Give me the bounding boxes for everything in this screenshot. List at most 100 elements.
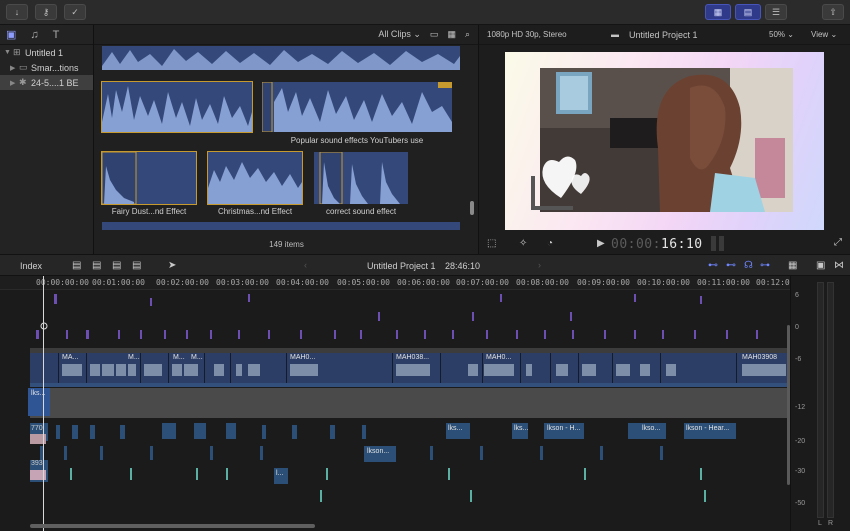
share-icon: ⇧ xyxy=(829,6,837,17)
layout-toggle-browser[interactable]: ▦ xyxy=(705,4,731,20)
library-item-label: Untitled 1 xyxy=(25,47,64,58)
history-forward-icon[interactable]: › xyxy=(538,260,541,270)
project-title: Untitled Project 1 xyxy=(367,261,436,271)
clip-title: MAH0... xyxy=(486,354,512,361)
select-tool-icon[interactable]: ➤ xyxy=(168,260,176,271)
library-item-smart-collections[interactable]: ▶ ▭ Smar...tions xyxy=(0,60,93,75)
ruler-label: 00:10:00:00 xyxy=(637,278,690,287)
browser-header: All Clips ⌄ ▭ ▦ ⌕ xyxy=(94,25,478,45)
titles-generators-icon[interactable]: T xyxy=(53,29,60,41)
clip-label: Popular sound effects YouTubers use xyxy=(290,136,424,145)
share-button[interactable]: ⇧ xyxy=(822,4,844,20)
clip-browser: All Clips ⌄ ▭ ▦ ⌕ Popular sound effects … xyxy=(94,25,479,254)
audio-skimming-icon[interactable]: ⊷ xyxy=(726,260,736,271)
library-item-untitled[interactable]: ▼ ⊞ Untitled 1 xyxy=(0,45,93,60)
timeline-tracks[interactable]: MA... M... M... M... MAH0... MAH038... M… xyxy=(0,290,790,531)
inspector-button[interactable]: ☰ xyxy=(765,4,787,20)
heart-logo-graphic xyxy=(531,156,590,210)
background-tasks-button[interactable]: ✓ xyxy=(64,4,86,20)
photos-audio-icon[interactable]: ♫ xyxy=(30,29,38,41)
append-clip-icon[interactable]: ▤ xyxy=(112,260,121,271)
clip-appearance-icon[interactable]: ▭ xyxy=(430,29,439,40)
audio-clip-label: lks... xyxy=(448,425,463,432)
ruler-label: 00:01:00:00 xyxy=(92,278,145,287)
disclosure-down-icon[interactable]: ▼ xyxy=(4,49,13,56)
snapping-icon[interactable]: ⊶ xyxy=(760,260,770,271)
library-item-label: 24-5....1 BE xyxy=(31,77,79,88)
waveform-graphic xyxy=(319,152,400,204)
event-star-icon: ✱ xyxy=(19,77,27,87)
key-icon: ⚷ xyxy=(42,6,50,17)
viewer-header: 1080p HD 30p, Stereo ▬ Untitled Project … xyxy=(479,25,850,45)
meter-scale-label: 6 xyxy=(795,292,799,299)
audio-level-bar xyxy=(719,236,724,251)
libraries-icon[interactable]: ▣ xyxy=(6,28,16,41)
audio-clip-thumbnail[interactable] xyxy=(101,151,197,205)
meter-scale-label: -6 xyxy=(795,356,802,363)
timeline-horizontal-scrollbar[interactable] xyxy=(30,524,315,528)
index-button[interactable]: Index xyxy=(20,261,42,271)
ruler-label: 00:07:00:00 xyxy=(456,278,509,287)
audio-clip-thumbnail[interactable] xyxy=(102,46,460,70)
clip-title: M... xyxy=(173,354,185,361)
history-back-icon[interactable]: ‹ xyxy=(304,260,307,270)
transform-icon[interactable]: ⬚ xyxy=(487,238,496,249)
viewer-panel: 1080p HD 30p, Stereo ▬ Untitled Project … xyxy=(479,25,850,254)
library-grid-icon: ⊞ xyxy=(13,47,21,57)
overwrite-clip-icon[interactable]: ▤ xyxy=(132,260,141,271)
audio-clip-thumbnail[interactable] xyxy=(314,152,408,204)
timecode-display[interactable]: 00:00:16:10 xyxy=(611,237,703,252)
clip-filter-label: All Clips xyxy=(378,29,411,39)
browser-scrollbar[interactable] xyxy=(470,201,474,215)
import-button[interactable]: ↓ xyxy=(6,4,28,20)
video-frame[interactable] xyxy=(505,52,824,230)
timeline-ruler[interactable]: 00:00:00:00 00:01:00:00 00:02:00:00 00:0… xyxy=(0,276,790,290)
effects-browser-icon[interactable]: ▣ xyxy=(816,260,825,271)
enhance-wand-icon[interactable]: ✧ xyxy=(519,238,527,249)
audio-clip-label: lkso... xyxy=(642,425,661,432)
insert-clip-icon[interactable]: ▤ xyxy=(92,260,101,271)
speed-gauge-icon[interactable]: ◔ xyxy=(547,238,553,249)
ruler-label: 00:08:00:00 xyxy=(516,278,569,287)
meter-channel-label: R xyxy=(828,520,834,527)
audio-clip-thumbnail[interactable] xyxy=(207,151,303,205)
meter-scale-label: -20 xyxy=(795,438,806,445)
fullscreen-icon[interactable]: ⤢ xyxy=(834,237,842,248)
disclosure-right-icon[interactable]: ▶ xyxy=(10,64,19,72)
filmstrip-icon[interactable]: ▦ xyxy=(447,29,456,40)
checkmark-circle-icon: ✓ xyxy=(71,6,79,17)
headphones-icon[interactable]: ☊ xyxy=(744,260,753,271)
library-sidebar: ▣ ♫ T ▼ ⊞ Untitled 1 ▶ ▭ Smar...tions ▶ … xyxy=(0,25,94,254)
disclosure-right-icon[interactable]: ▶ xyxy=(10,79,19,87)
clip-filter-dropdown[interactable]: All Clips ⌄ xyxy=(378,29,421,40)
skimming-icon[interactable]: ⊷ xyxy=(708,260,718,271)
meter-channel-label: L xyxy=(818,520,822,527)
library-item-event[interactable]: ▶ ✱ 24-5....1 BE xyxy=(0,75,93,90)
connect-clip-icon[interactable]: ▤ xyxy=(72,260,81,271)
audio-level-bar xyxy=(711,236,716,251)
playhead[interactable] xyxy=(43,276,44,531)
audio-meter: 6 0 -6 -12 -20 -30 -50 L R xyxy=(790,276,850,531)
keywords-button[interactable]: ⚷ xyxy=(35,4,57,20)
lane-marker: 770 xyxy=(31,425,43,432)
audio-clip-thumbnail[interactable] xyxy=(262,82,452,132)
play-icon[interactable]: ▶ xyxy=(597,238,605,249)
clip-title: MA... xyxy=(62,354,79,361)
search-icon[interactable]: ⌕ xyxy=(465,29,470,40)
clip-appearance-icon[interactable]: ▦ xyxy=(788,260,797,271)
layout-toggle-timeline[interactable]: ▤ xyxy=(735,4,761,20)
transitions-browser-icon[interactable]: ⋈ xyxy=(834,260,844,271)
audio-clip-thumbnail[interactable] xyxy=(101,81,253,133)
clip-label: Christmas...nd Effect xyxy=(217,207,293,216)
view-dropdown[interactable]: View ⌄ xyxy=(811,30,837,39)
waveform-graphic xyxy=(102,86,252,132)
ruler-label: 00:09:00:00 xyxy=(577,278,630,287)
clip-label: correct sound effect xyxy=(325,207,397,216)
download-arrow-icon: ↓ xyxy=(14,7,20,17)
top-toolbar: ↓ ⚷ ✓ ▦ ▤ ☰ ⇧ xyxy=(0,0,850,25)
audio-clip-thumbnail[interactable] xyxy=(102,222,460,230)
ruler-label: 00:12:0 xyxy=(756,278,790,287)
clip-title: MAH038... xyxy=(396,354,430,361)
ruler-label: 00:02:00:00 xyxy=(156,278,209,287)
zoom-dropdown[interactable]: 50% ⌄ xyxy=(769,30,794,39)
